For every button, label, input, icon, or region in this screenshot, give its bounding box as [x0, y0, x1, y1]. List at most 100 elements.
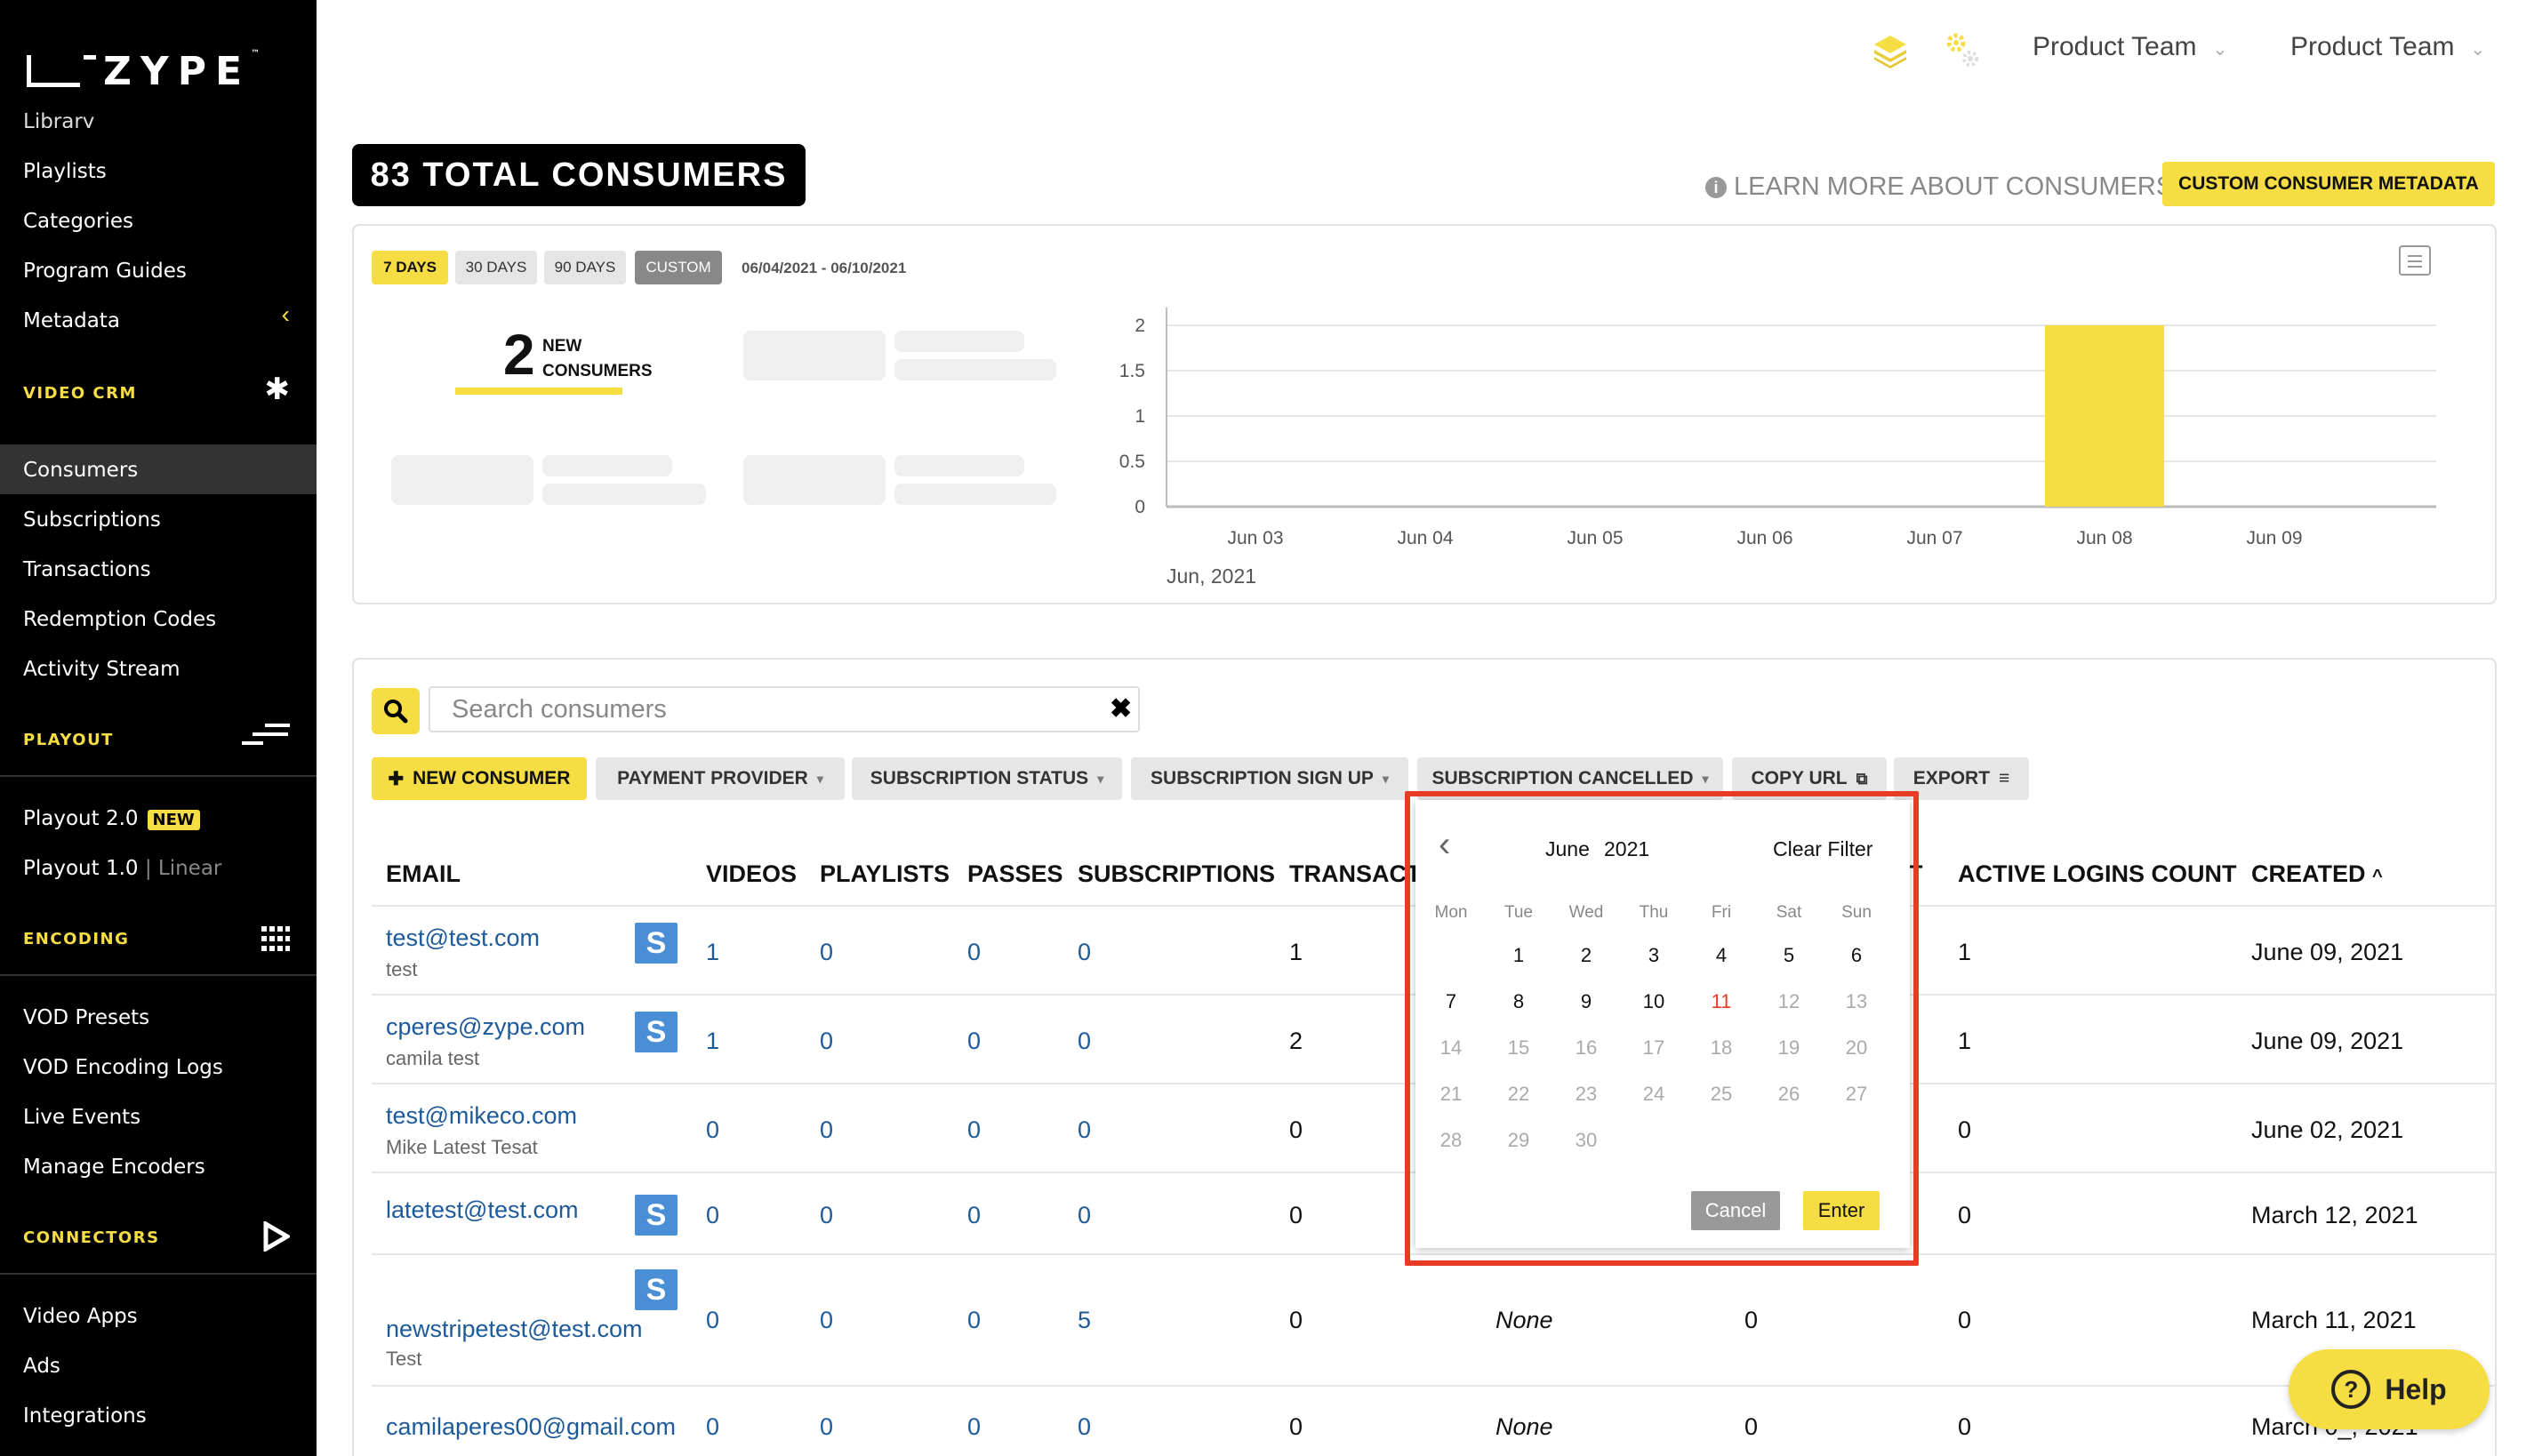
column-header-active-logins[interactable]: ACTIVE LOGINS COUNT	[1958, 860, 2237, 888]
passes-count-link[interactable]: 0	[967, 1413, 981, 1441]
sidebar-item-activity-stream[interactable]: Activity Stream	[23, 658, 180, 681]
hidden-column-value: 0	[1744, 1307, 1759, 1333]
passes-count-link[interactable]: 0	[967, 1028, 981, 1055]
videos-count-link[interactable]: 0	[706, 1307, 719, 1334]
subscriptions-count-link[interactable]: 5	[1078, 1307, 1091, 1334]
passes-count-link[interactable]: 0	[967, 1202, 981, 1229]
column-header-videos[interactable]: VIDEOS	[706, 860, 797, 888]
range-90-days-button[interactable]: 90 DAYS	[544, 251, 626, 284]
passes-count-link[interactable]: 0	[967, 939, 981, 966]
layers-icon[interactable]	[1871, 30, 1910, 69]
stats-date-range: 06/04/2021 - 06/10/2021	[742, 260, 907, 276]
playlists-count-link[interactable]: 0	[820, 1028, 833, 1055]
sidebar-item-live-events[interactable]: Live Events	[23, 1106, 140, 1129]
x-tick-label: Jun 05	[1567, 528, 1623, 548]
playlists-count-link[interactable]: 0	[820, 1307, 833, 1334]
passes-count-link[interactable]: 0	[967, 1116, 981, 1144]
subscriptions-count-link[interactable]: 0	[1078, 939, 1091, 966]
consumer-email-link[interactable]: camilaperes00@gmail.com	[386, 1413, 676, 1441]
subscription-status-filter[interactable]: SUBSCRIPTION STATUS ▾	[852, 757, 1122, 800]
new-label-line-1: NEW	[542, 337, 582, 356]
range-30-days-button[interactable]: 30 DAYS	[455, 251, 537, 284]
help-button[interactable]: ? Help	[2289, 1349, 2490, 1429]
videos-count-link[interactable]: 1	[706, 939, 719, 966]
consumer-email-link[interactable]: cperes@zype.com	[386, 1013, 585, 1041]
subscriptions-count-link[interactable]: 0	[1078, 1413, 1091, 1441]
new-consumer-button[interactable]: ✚ NEW CONSUMER	[372, 757, 587, 800]
table-divider	[372, 1385, 2495, 1387]
custom-consumer-metadata-button[interactable]: CUSTOM CONSUMER METADATA	[2162, 162, 2495, 206]
asterisk-icon: ✱	[264, 372, 291, 406]
videos-count-link[interactable]: 1	[706, 1028, 719, 1055]
plus-icon: ✚	[388, 768, 405, 789]
loading-placeholder	[391, 455, 533, 505]
videos-count-link[interactable]: 0	[706, 1413, 719, 1441]
zype-logo[interactable]: ZYPE™	[27, 48, 269, 94]
transactions-count: 0	[1289, 1413, 1303, 1440]
column-header-created[interactable]: CREATED ^	[2251, 860, 2383, 888]
consumer-email-link[interactable]: test@test.com	[386, 924, 540, 952]
column-header-email[interactable]: EMAIL	[386, 860, 461, 888]
videos-count-link[interactable]: 0	[706, 1202, 719, 1229]
team-dropdown-1[interactable]: Product Team ⌄	[2033, 32, 2227, 62]
sidebar-item-ads[interactable]: Ads	[23, 1355, 60, 1378]
gear-icon[interactable]	[1942, 30, 1981, 69]
consumer-email-link[interactable]: newstripetest@test.com	[386, 1316, 643, 1343]
sidebar-item-consumers[interactable]: Consumers	[23, 459, 138, 482]
range-custom-button[interactable]: CUSTOM	[635, 251, 722, 284]
loading-placeholder	[542, 484, 706, 505]
sidebar-item-manage-encoders[interactable]: Manage Encoders	[23, 1156, 205, 1179]
learn-more-link[interactable]: i LEARN MORE ABOUT CONSUMERS	[1705, 172, 2173, 202]
column-header-subscriptions[interactable]: SUBSCRIPTIONS	[1078, 860, 1275, 888]
new-consumers-label: NEW CONSUMERS	[542, 334, 720, 384]
playlists-count-link[interactable]: 0	[820, 939, 833, 966]
column-header-passes[interactable]: PASSES	[967, 860, 1063, 888]
playlists-count-link[interactable]: 0	[820, 1202, 833, 1229]
created-date: June 09, 2021	[2251, 939, 2404, 965]
close-icon[interactable]: ✖	[1110, 693, 1132, 724]
sidebar-item-categories[interactable]: Categories	[23, 210, 133, 233]
sidebar-item-playlists[interactable]: Playlists	[23, 160, 107, 183]
y-tick-label: 0	[1135, 497, 1145, 517]
sidebar-item-transactions[interactable]: Transactions	[23, 558, 151, 581]
loading-placeholder	[894, 484, 1056, 505]
sidebar-item-program-guides[interactable]: Program Guides	[23, 260, 187, 283]
loading-placeholder	[894, 455, 1024, 476]
passes-count-link[interactable]: 0	[967, 1307, 981, 1334]
chart-menu-icon[interactable]	[2399, 245, 2431, 276]
sidebar-item-integrations[interactable]: Integrations	[23, 1404, 147, 1428]
sidebar-item-subscriptions[interactable]: Subscriptions	[23, 508, 161, 532]
subscriptions-count-link[interactable]: 0	[1078, 1028, 1091, 1055]
search-button[interactable]	[372, 688, 420, 734]
consumer-email-link[interactable]: test@mikeco.com	[386, 1102, 577, 1130]
search-input[interactable]: Search consumers	[429, 686, 1140, 732]
chevron-down-icon: ▾	[1097, 771, 1104, 786]
sidebar-item-vod-presets[interactable]: VOD Presets	[23, 1006, 149, 1029]
sidebar-item-playout-1[interactable]: Playout 1.0 | Linear	[23, 857, 221, 880]
sidebar-item-playout-2[interactable]: Playout 2.0 NEW	[23, 807, 200, 830]
cancelled-value: None	[1496, 1307, 1553, 1333]
playlists-count-link[interactable]: 0	[820, 1413, 833, 1441]
range-7-days-button[interactable]: 7 DAYS	[372, 251, 448, 284]
consumer-email-link[interactable]: latetest@test.com	[386, 1196, 579, 1224]
videos-count-link[interactable]: 0	[706, 1116, 719, 1144]
loading-placeholder	[743, 455, 886, 505]
consumer-name: Mike Latest Tesat	[386, 1136, 538, 1158]
sidebar-item-video-apps[interactable]: Video Apps	[23, 1305, 138, 1328]
logo-text: ZYPE	[103, 48, 252, 94]
subscriptions-count-link[interactable]: 0	[1078, 1202, 1091, 1229]
sidebar-item-redemption-codes[interactable]: Redemption Codes	[23, 608, 216, 631]
chevron-left-icon[interactable]: ‹	[282, 300, 290, 329]
consumer-name: test	[386, 958, 418, 980]
sidebar-item-vod-encoding-logs[interactable]: VOD Encoding Logs	[23, 1056, 223, 1079]
sidebar-item-library[interactable]: Library	[23, 105, 94, 128]
section-video-crm: VIDEO CRM	[23, 384, 137, 403]
subscription-sign-up-filter[interactable]: SUBSCRIPTION SIGN UP ▾	[1131, 757, 1408, 800]
subscriptions-count-link[interactable]: 0	[1078, 1116, 1091, 1144]
sidebar-item-metadata[interactable]: Metadata	[23, 309, 120, 332]
column-header-playlists[interactable]: PLAYLISTS	[820, 860, 950, 888]
team-dropdown-2[interactable]: Product Team ⌄	[2290, 32, 2485, 62]
payment-provider-filter[interactable]: PAYMENT PROVIDER ▾	[596, 757, 845, 800]
chevron-down-icon: ▾	[1702, 771, 1709, 786]
playlists-count-link[interactable]: 0	[820, 1116, 833, 1144]
